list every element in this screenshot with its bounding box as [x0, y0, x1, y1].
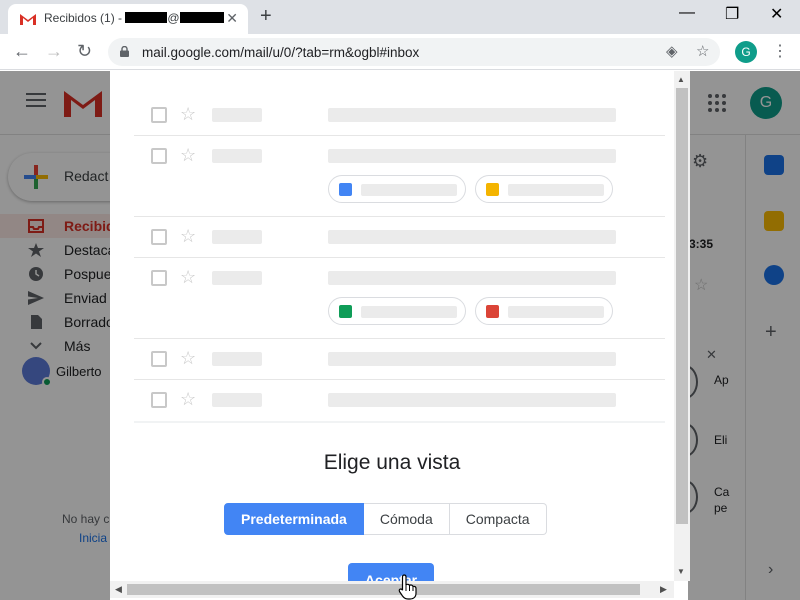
- tab-title: Recibidos (1) - @: [44, 11, 224, 25]
- hand-cursor-icon: [398, 574, 417, 600]
- sender-placeholder: [212, 230, 262, 244]
- maximize-button[interactable]: ❐: [725, 4, 739, 24]
- address-bar[interactable]: mail.google.com/mail/u/0/?tab=rm&ogbl#in…: [108, 38, 720, 66]
- star-icon: ☆: [180, 389, 197, 409]
- sheets-icon: [339, 305, 352, 318]
- attachment-chip: [475, 175, 613, 203]
- scroll-up-icon[interactable]: ▲: [677, 75, 685, 84]
- checkbox-icon: [151, 351, 167, 367]
- slides-icon: [486, 183, 499, 196]
- dialog-vertical-scrollbar[interactable]: ▲ ▼: [674, 71, 690, 581]
- minimize-button[interactable]: —: [679, 4, 695, 22]
- subject-placeholder: [328, 230, 616, 244]
- density-option-default[interactable]: Predeterminada: [224, 503, 364, 535]
- gmail-favicon-icon: [20, 13, 36, 25]
- new-tab-button[interactable]: +: [260, 5, 272, 28]
- scroll-down-icon[interactable]: ▼: [677, 567, 685, 576]
- density-dialog: ☆ ☆ ☆ ☆ ☆ ☆ Elige una vista Predetermina…: [110, 71, 688, 600]
- star-icon: ☆: [180, 348, 197, 368]
- attachment-chip: [328, 175, 466, 203]
- preview-row: ☆: [134, 136, 665, 217]
- forward-button[interactable]: →: [45, 41, 63, 62]
- extension-icon[interactable]: ◈: [666, 42, 678, 60]
- star-icon: ☆: [180, 145, 197, 165]
- url-text[interactable]: mail.google.com/mail/u/0/?tab=rm&ogbl#in…: [142, 45, 419, 60]
- subject-placeholder: [328, 271, 616, 285]
- redacted-text: [125, 12, 168, 23]
- subject-placeholder: [328, 149, 616, 163]
- scroll-right-icon[interactable]: ▶: [660, 584, 667, 595]
- close-window-button[interactable]: ✕: [770, 4, 783, 24]
- browser-tab-bar: Recibidos (1) - @ ✕ + — ❐ ✕: [0, 0, 800, 34]
- preview-row: ☆: [134, 380, 665, 421]
- density-selector: Predeterminada Cómoda Compacta: [224, 503, 547, 535]
- sender-placeholder: [212, 393, 262, 407]
- browser-toolbar: ← → ↻ mail.google.com/mail/u/0/?tab=rm&o…: [0, 34, 800, 70]
- lock-icon: [120, 46, 129, 57]
- checkbox-icon: [151, 229, 167, 245]
- subject-placeholder: [328, 352, 616, 366]
- preview-row: ☆: [134, 258, 665, 339]
- star-icon: ☆: [180, 267, 197, 287]
- scrollbar-thumb[interactable]: [676, 88, 688, 524]
- attachment-name-placeholder: [508, 306, 604, 318]
- bookmark-star-icon[interactable]: ☆: [696, 42, 709, 60]
- sender-placeholder: [212, 352, 262, 366]
- checkbox-icon: [151, 148, 167, 164]
- subject-placeholder: [328, 108, 616, 122]
- density-option-comfortable[interactable]: Cómoda: [363, 503, 450, 535]
- subject-placeholder: [328, 393, 616, 407]
- preview-row: ☆: [134, 95, 665, 136]
- checkbox-icon: [151, 392, 167, 408]
- checkbox-icon: [151, 107, 167, 123]
- docs-icon: [339, 183, 352, 196]
- attachment-name-placeholder: [361, 306, 457, 318]
- browser-tab-gmail[interactable]: Recibidos (1) - @ ✕: [8, 4, 248, 34]
- attachment-chip: [328, 297, 466, 325]
- attachment-name-placeholder: [508, 184, 604, 196]
- browser-menu-icon[interactable]: ⋮: [772, 41, 788, 61]
- dialog-title: Elige una vista: [323, 451, 461, 474]
- layout-preview: ☆ ☆ ☆ ☆ ☆ ☆: [134, 95, 665, 423]
- preview-row: ☆: [134, 339, 665, 380]
- image-icon: [486, 305, 499, 318]
- scrollbar-thumb[interactable]: [127, 584, 640, 595]
- sender-placeholder: [212, 271, 262, 285]
- redacted-text: [179, 12, 224, 23]
- sender-placeholder: [212, 108, 262, 122]
- sender-placeholder: [212, 149, 262, 163]
- density-option-compact[interactable]: Compacta: [449, 503, 547, 535]
- back-button[interactable]: ←: [13, 41, 31, 62]
- star-icon: ☆: [180, 226, 197, 246]
- attachment-chip: [475, 297, 613, 325]
- star-icon: ☆: [180, 104, 197, 124]
- preview-row: ☆: [134, 217, 665, 258]
- browser-profile-avatar[interactable]: G: [735, 41, 757, 63]
- dialog-horizontal-scrollbar[interactable]: ◀ ▶: [110, 581, 674, 598]
- tab-close-icon[interactable]: ✕: [226, 10, 238, 27]
- attachment-name-placeholder: [361, 184, 457, 196]
- checkbox-icon: [151, 270, 167, 286]
- preview-list: ☆ ☆ ☆ ☆ ☆ ☆: [134, 95, 665, 421]
- reload-button[interactable]: ↻: [77, 41, 92, 62]
- scroll-left-icon[interactable]: ◀: [115, 584, 122, 595]
